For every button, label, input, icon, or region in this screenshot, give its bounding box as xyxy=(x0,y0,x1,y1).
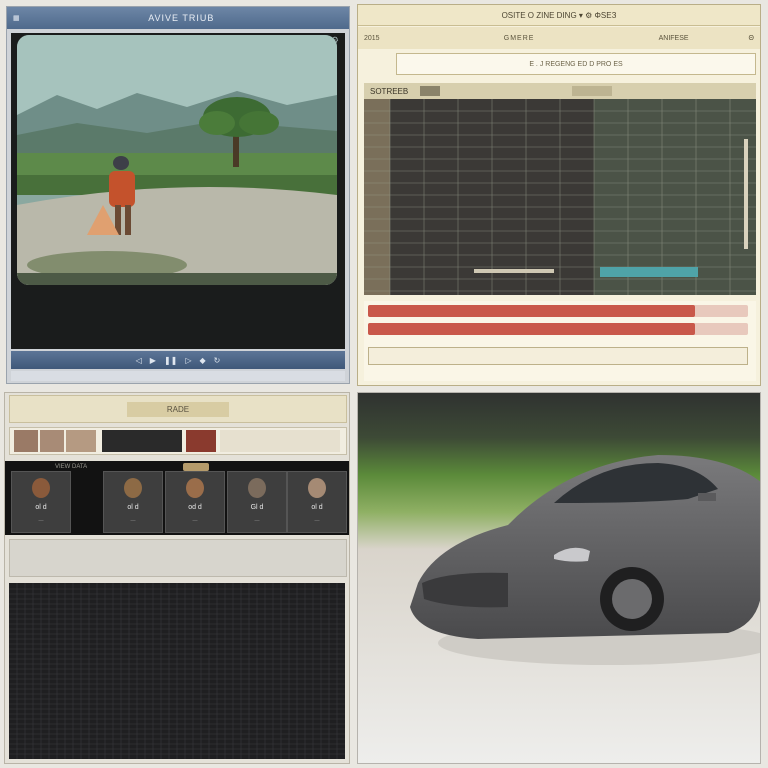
grid-toolbar: 2015 GMERE ANIFESE Θ xyxy=(358,27,760,49)
progress-fill-2 xyxy=(368,323,695,335)
next-icon[interactable]: ▷ xyxy=(185,356,191,365)
toolbar-theta-button[interactable]: Θ xyxy=(749,35,754,42)
grid-menu-text[interactable]: OSITE O ZINE DING ▾ ⚙ ΦSEЗ xyxy=(502,11,617,20)
selected-chip[interactable] xyxy=(183,463,209,471)
card-label: Gl d xyxy=(250,504,264,511)
pause-icon[interactable]: ❚❚ xyxy=(164,356,177,365)
prev-icon[interactable]: ◁ xyxy=(136,356,142,365)
grid-menubar: OSITE O ZINE DING ▾ ⚙ ΦSEЗ xyxy=(358,5,760,26)
toolbar-year[interactable]: 2015 xyxy=(364,35,380,42)
progress-fill-1 xyxy=(368,305,695,317)
progress-area xyxy=(364,301,756,381)
picker-tab[interactable]: RADE xyxy=(126,401,230,417)
toolbar-right-label[interactable]: ANIFESE xyxy=(659,35,689,42)
car-image xyxy=(357,392,761,764)
player-title: AVIVE TRIUB xyxy=(148,13,215,23)
card-label: ol d xyxy=(311,504,323,511)
avatar xyxy=(308,478,326,498)
card-sublabel: — xyxy=(192,518,198,524)
player-statusbar xyxy=(11,371,345,381)
grid-header: SOTREEB xyxy=(364,83,756,99)
thumbnail-strip xyxy=(9,427,347,455)
player-controls: ◁ ▶ ❚❚ ▷ ◆ ↻ xyxy=(11,351,345,369)
volume-icon[interactable]: ◆ xyxy=(200,356,206,365)
menu-icon[interactable]: ▦ xyxy=(13,14,20,22)
thumb-2[interactable] xyxy=(40,430,64,452)
grid-header-chip[interactable] xyxy=(420,86,441,96)
character-picker-window: RADE VIEW DATA ol d — ol d — od d — Gl d xyxy=(4,392,350,764)
avatar xyxy=(186,478,204,498)
toolbar-title: GMERE xyxy=(503,34,535,42)
card-sublabel: — xyxy=(254,518,260,524)
data-grid-window: OSITE O ZINE DING ▾ ⚙ ΦSEЗ 2015 GMERE AN… xyxy=(357,4,761,386)
card-sublabel: — xyxy=(38,518,44,524)
card-sublabel: — xyxy=(130,518,136,524)
data-console xyxy=(9,583,345,759)
card-label: ol d xyxy=(127,504,139,511)
thumb-3[interactable] xyxy=(66,430,96,452)
play-icon[interactable]: ▶ xyxy=(150,356,156,365)
avatar xyxy=(32,478,50,498)
character-cards: VIEW DATA ol d — ol d — od d — Gl d — ol… xyxy=(5,461,349,535)
video-screen[interactable] xyxy=(17,35,337,285)
character-card[interactable]: Gl d — xyxy=(227,471,287,533)
search-field[interactable] xyxy=(368,347,748,365)
grid-header-label[interactable]: SOTREEB xyxy=(370,87,408,96)
thumb-4[interactable] xyxy=(102,430,182,452)
grid-header-chip-2[interactable] xyxy=(572,86,613,96)
video-player-window: ▦ AVIVE TRIUB ⚙ ◁ xyxy=(6,6,350,384)
data-grid[interactable] xyxy=(364,99,756,295)
picker-tabstrip: RADE xyxy=(9,395,347,423)
character-card[interactable]: ol d — xyxy=(11,471,71,533)
card-sublabel: — xyxy=(314,518,320,524)
avatar xyxy=(248,478,266,498)
character-card[interactable]: ol d — xyxy=(103,471,163,533)
card-label: ol d xyxy=(35,504,47,511)
grid-filter-bar[interactable]: E . J REGENG ED D PRO ES xyxy=(396,53,756,75)
repeat-icon[interactable]: ↻ xyxy=(214,356,221,365)
avatar xyxy=(124,478,142,498)
character-card[interactable]: ol d — xyxy=(287,471,347,533)
cards-title: VIEW DATA xyxy=(55,464,88,470)
picker-lower-panel xyxy=(9,539,347,577)
filter-text: E . J REGENG ED D PRO ES xyxy=(529,60,623,68)
thumb-1[interactable] xyxy=(14,430,38,452)
card-label: od d xyxy=(188,504,202,511)
character-card[interactable]: od d — xyxy=(165,471,225,533)
progress-bar-2 xyxy=(368,323,748,335)
thumb-5[interactable] xyxy=(186,430,216,452)
player-titlebar: ▦ AVIVE TRIUB xyxy=(7,7,349,29)
progress-bar-1 xyxy=(368,305,748,317)
thumb-6[interactable] xyxy=(220,430,340,452)
